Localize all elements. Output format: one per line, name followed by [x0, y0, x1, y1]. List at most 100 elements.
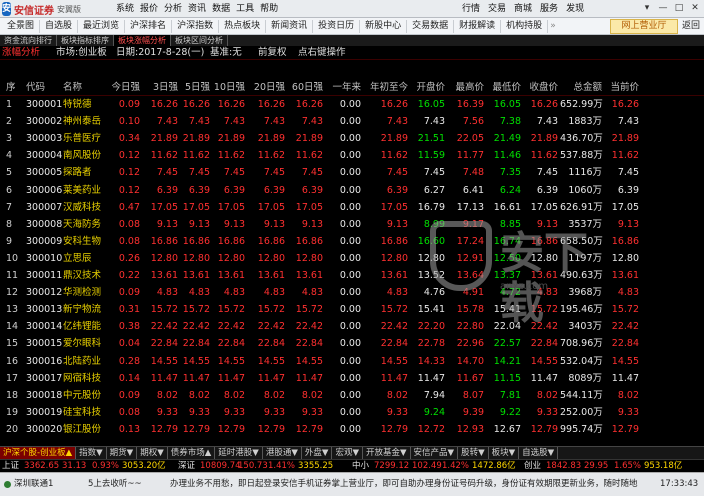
toolbar-button[interactable]: 自选股 — [40, 20, 79, 33]
table-row[interactable]: 7 300007 汉威科技 0.47 17.05 17.05 17.05 17.05 17.05… — [0, 201, 704, 215]
base-label[interactable]: 基准:无 — [210, 47, 242, 59]
minimize-icon[interactable]: — — [656, 2, 670, 15]
cell-cur: 12.79 — [611, 423, 639, 435]
column-header[interactable]: 今日强 — [110, 80, 140, 95]
market-tab[interactable]: 宏观▼ — [332, 447, 363, 459]
cell-name: 立思辰 — [63, 252, 92, 264]
column-header[interactable]: 5日强 — [180, 80, 210, 95]
table-row[interactable]: 2 300002 神州泰岳 0.10 7.43 7.43 7.43 7.43 7.43 0.00 7… — [0, 115, 704, 129]
toolbar-button[interactable]: 新股中心 — [360, 20, 408, 33]
cell-close: 7.43 — [536, 116, 558, 128]
menu-item[interactable]: 报价 — [140, 3, 158, 15]
online-hall-button[interactable]: 网上营业厅 — [610, 19, 678, 34]
table-row[interactable]: 15 300015 爱尔眼科 0.04 22.84 22.84 22.84 22.84 22.8… — [0, 337, 704, 351]
column-header[interactable]: 序 — [6, 80, 22, 95]
cell-d10: 6.39 — [223, 184, 245, 196]
date-label[interactable]: 日期:2017-8-28(一) — [116, 47, 204, 59]
top-nav-item[interactable]: 服务 — [540, 3, 558, 15]
more-icon[interactable]: » — [548, 20, 558, 33]
table-row[interactable]: 3 300003 乐普医疗 0.34 21.89 21.89 21.89 21.89 21.89… — [0, 132, 704, 146]
close-icon[interactable]: ✕ — [688, 2, 702, 15]
toolbar-button[interactable]: 投资日历 — [313, 20, 361, 33]
cell-d3: 22.42 — [150, 321, 178, 333]
analysis-tab[interactable]: 资金流向排行 — [0, 35, 57, 46]
column-header[interactable]: 最高价 — [447, 80, 484, 95]
menu-item[interactable]: 资讯 — [188, 3, 206, 15]
notice-ticker[interactable]: 办理业务不用愁，即日起登录安信手机证券掌上营业厅，即可自助办理身份证号码升级，身… — [170, 478, 650, 491]
market-label[interactable]: 市场:创业板 — [56, 47, 107, 59]
column-header[interactable]: 年初至今 — [363, 80, 408, 95]
column-header[interactable]: 10日强 — [212, 80, 245, 95]
table-row[interactable]: 5 300005 探路者 0.12 7.45 7.45 7.45 7.45 7.45 0.00 7.… — [0, 166, 704, 180]
table-row[interactable]: 6 300006 莱美药业 0.12 6.39 6.39 6.39 6.39 6.39 0.00 6… — [0, 184, 704, 198]
brand-name: 安信证券 — [14, 5, 55, 17]
table-row[interactable]: 20 300020 银江股份 0.13 12.79 12.79 12.79 12.79 12.7… — [0, 423, 704, 437]
menu-item[interactable]: 系统 — [116, 3, 134, 15]
analysis-tab[interactable]: 板块涨幅分析 — [114, 35, 171, 46]
table-row[interactable]: 17 300017 网宿科技 0.14 11.47 11.47 11.47 11.47 11.4… — [0, 372, 704, 386]
menu-item[interactable]: 工具 — [236, 3, 254, 15]
column-header[interactable]: 当前价 — [604, 80, 639, 95]
top-nav-item[interactable]: 发现 — [566, 3, 584, 15]
table-row[interactable]: 19 300019 硅宝科技 0.08 9.33 9.33 9.33 9.33 9.33 0.00… — [0, 406, 704, 420]
top-nav-item[interactable]: 商城 — [514, 3, 532, 15]
market-tab[interactable]: 期货▼ — [107, 447, 138, 459]
menu-item[interactable]: 分析 — [164, 3, 182, 15]
market-tab[interactable]: 港股通▼ — [263, 447, 302, 459]
market-tab[interactable]: 债券市场▲ — [168, 447, 216, 459]
column-header[interactable]: 20日强 — [247, 80, 285, 95]
toolbar-button[interactable]: 交易数据 — [407, 20, 455, 33]
adjust-label[interactable]: 前复权 — [258, 47, 287, 59]
menu-item[interactable]: 帮助 — [260, 3, 278, 15]
cell-d20: 21.89 — [257, 133, 285, 145]
cell-d3: 7.45 — [156, 167, 178, 179]
table-row[interactable]: 18 300018 中元股份 0.09 8.02 8.02 8.02 8.02 8.02 0.00… — [0, 389, 704, 403]
column-header[interactable]: 总金额 — [560, 80, 602, 95]
market-tab[interactable]: 自选股▼ — [519, 447, 559, 459]
market-tab[interactable]: 板块▼ — [489, 447, 520, 459]
column-header[interactable]: 3日强 — [142, 80, 178, 95]
market-tab[interactable]: 股转▼ — [458, 447, 489, 459]
cell-code: 300016 — [26, 355, 63, 367]
market-tab[interactable]: 期权▼ — [137, 447, 168, 459]
dropdown-icon[interactable]: ▾ — [640, 2, 654, 15]
market-tab[interactable]: 外盘▼ — [302, 447, 333, 459]
cell-ytd: 21.89 — [380, 133, 408, 145]
cell-d3: 11.47 — [150, 372, 178, 384]
market-tab[interactable]: 沪深个股-创业板▲ — [0, 447, 77, 459]
market-tab[interactable]: 指数▼ — [76, 447, 107, 459]
menu-item[interactable]: 数据 — [212, 3, 230, 15]
analysis-tab[interactable]: 板块指标排序 — [57, 35, 114, 46]
market-tab[interactable]: 延时港股▼ — [215, 447, 263, 459]
cell-amount: 252.00万 — [560, 406, 603, 418]
toolbar-button[interactable]: 热点板块 — [219, 20, 267, 33]
column-header[interactable]: 一年来 — [325, 80, 361, 95]
toolbar-button[interactable]: 最近浏览 — [78, 20, 126, 33]
toolbar-button[interactable]: 沪深指数 — [172, 20, 220, 33]
analysis-tab[interactable]: 板块区间分析 — [171, 35, 228, 46]
column-header[interactable]: 代码 — [26, 80, 62, 95]
column-header[interactable]: 开盘价 — [410, 80, 445, 95]
top-nav-item[interactable]: 交易 — [488, 3, 506, 15]
toolbar-button[interactable]: 新闻资讯 — [266, 20, 314, 33]
column-header[interactable]: 名称 — [63, 80, 109, 95]
column-header[interactable]: 收盘价 — [523, 80, 558, 95]
toolbar-button[interactable]: 财报解读 — [454, 20, 502, 33]
table-row[interactable]: 16 300016 北陆药业 0.28 14.55 14.55 14.55 14.55 14.5… — [0, 355, 704, 369]
cell-idx: 10 — [6, 252, 19, 264]
cell-cur: 21.89 — [611, 133, 639, 145]
column-header[interactable]: 60日强 — [287, 80, 323, 95]
server-label[interactable]: 深圳联通1 — [14, 478, 53, 491]
toolbar-button[interactable]: 沪深排名 — [125, 20, 173, 33]
market-tab[interactable]: 开放基金▼ — [363, 447, 411, 459]
toolbar-button[interactable]: 全景图 — [2, 20, 41, 33]
toolbar-button[interactable]: 机构持股 — [501, 20, 549, 33]
market-tab[interactable]: 安信产品▼ — [411, 447, 459, 459]
cell-d20: 17.05 — [257, 201, 285, 213]
table-row[interactable]: 1 300001 特锐德 0.09 16.26 16.26 16.26 16.26 16.26 0… — [0, 98, 704, 112]
column-header[interactable]: 最低价 — [486, 80, 521, 95]
table-row[interactable]: 4 300004 南风股份 0.12 11.62 11.62 11.62 11.62 11.62… — [0, 149, 704, 163]
top-nav-item[interactable]: 行情 — [462, 3, 480, 15]
maximize-icon[interactable]: □ — [672, 2, 686, 15]
back-button[interactable]: 返回 — [680, 20, 702, 33]
